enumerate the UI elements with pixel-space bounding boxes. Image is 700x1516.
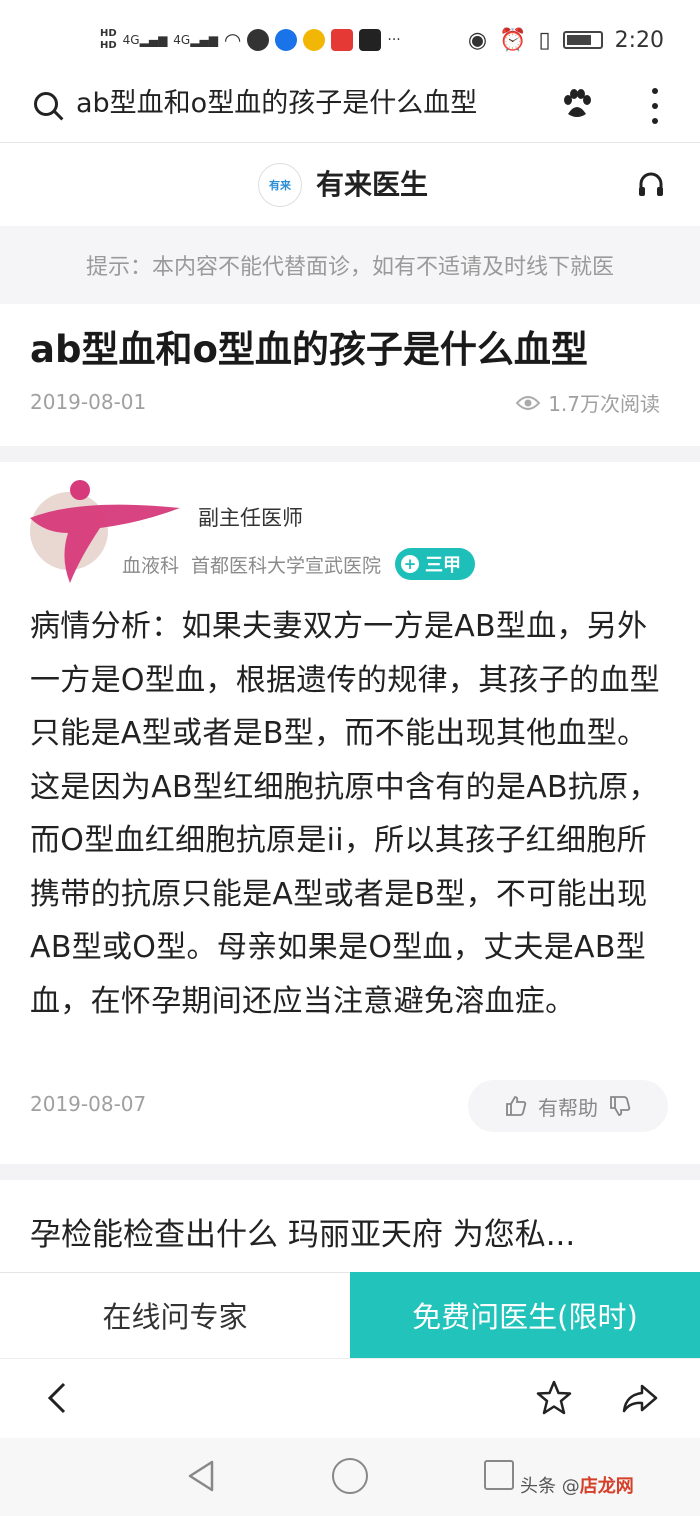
- system-back-icon[interactable]: [184, 1458, 218, 1494]
- signal-icon-2: 4G▂▄▆: [173, 33, 218, 47]
- helpful-button[interactable]: 有帮助: [468, 1080, 668, 1132]
- more-notifications: ···: [387, 32, 401, 48]
- eye-icon: [516, 395, 541, 410]
- doctor-info: 血液科 首都医科大学宣武医院 + 三甲: [122, 548, 476, 580]
- signal-icon: 4G▂▄▆: [122, 33, 168, 47]
- status-right-icons: ◉ ⏰ ▯ 2:20: [468, 24, 664, 56]
- back-icon[interactable]: [40, 1378, 76, 1418]
- app-icon-3: [303, 29, 326, 51]
- system-home-icon[interactable]: [332, 1458, 368, 1494]
- medical-notice: 提示：本内容不能代替面诊，如有不适请及时线下就医: [0, 226, 700, 304]
- hospital-grade-badge: + 三甲: [395, 548, 476, 580]
- eye-comfort-icon: ◉: [467, 27, 488, 53]
- share-icon[interactable]: [620, 1378, 660, 1418]
- site-name: 有来医生: [316, 168, 429, 201]
- section-divider: [0, 446, 700, 462]
- thumbs-up-icon: [506, 1096, 527, 1116]
- answer-text: 病情分析：如果夫妻双方一方是AB型血，另外一方是O型血，根据遗传的规律，其孩子的…: [30, 609, 660, 1019]
- battery-icon: [562, 31, 603, 49]
- browser-nav-bar: [0, 1358, 700, 1439]
- doctor-title: 副主任医师: [198, 506, 303, 530]
- headphone-icon[interactable]: [636, 170, 666, 200]
- search-icon[interactable]: [34, 92, 58, 116]
- system-recents-icon[interactable]: [484, 1460, 514, 1490]
- answer-date: 2019-08-07: [30, 1092, 147, 1116]
- article-date: 2019-08-01: [30, 390, 147, 414]
- app-icon-5: [359, 29, 382, 51]
- alarm-icon: ⏰: [499, 27, 527, 53]
- app-icon-2: [275, 29, 298, 51]
- star-icon[interactable]: [534, 1378, 574, 1418]
- app-icon-1: [247, 29, 270, 51]
- related-article-title[interactable]: 孕检能检查出什么 玛丽亚天府 为您私...: [30, 1212, 575, 1258]
- site-logo: 有来: [258, 163, 302, 207]
- doctor-department: 血液科: [122, 554, 180, 577]
- ask-expert-button[interactable]: 在线问专家: [0, 1273, 350, 1357]
- article-title: ab型血和o型血的孩子是什么血型: [30, 328, 588, 371]
- paw-icon[interactable]: [560, 88, 594, 122]
- article-views: 1.7万次阅读: [516, 388, 660, 417]
- watermark: 头条 @店龙网: [520, 1476, 634, 1497]
- vibrate-icon: ▯: [538, 27, 551, 53]
- app-icon-4: [331, 29, 354, 51]
- wifi-icon: ◠: [223, 28, 242, 52]
- plus-icon: +: [401, 555, 420, 573]
- clock: 2:20: [614, 27, 664, 53]
- hd-indicator: HD HD: [100, 28, 117, 51]
- more-menu-icon[interactable]: [640, 86, 670, 126]
- free-ask-doctor-button[interactable]: 免费问医生(限时): [350, 1272, 700, 1358]
- thumbs-down-icon[interactable]: [608, 1094, 632, 1118]
- search-query[interactable]: ab型血和o型血的孩子是什么血型: [76, 86, 477, 122]
- doctor-hospital: 首都医科大学宣武医院: [191, 554, 382, 577]
- status-left-icons: HD HD 4G▂▄▆ 4G▂▄▆ ◠ ···: [100, 22, 401, 58]
- section-divider-2: [0, 1164, 700, 1180]
